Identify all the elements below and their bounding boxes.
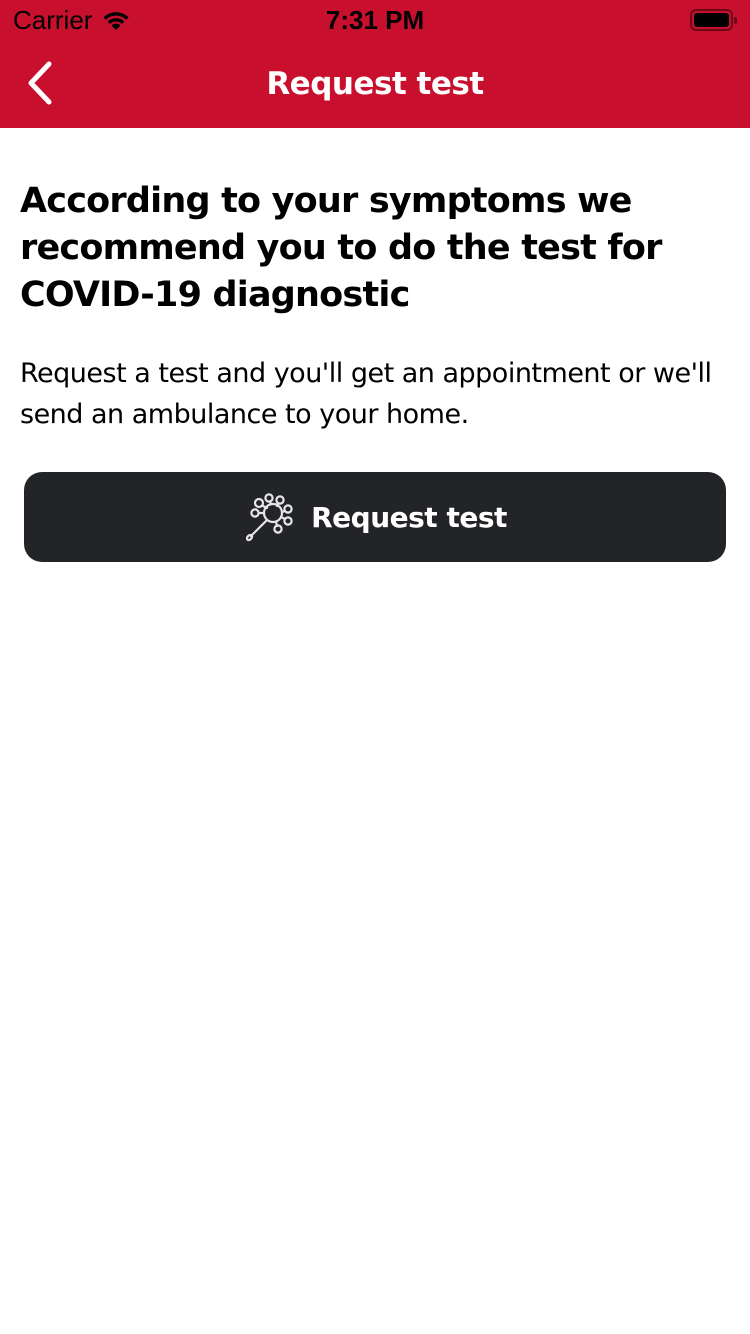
recommendation-headline: According to your symptoms we recommend … <box>20 181 662 315</box>
page-title: Request test <box>266 66 484 102</box>
request-test-button-label: Request test <box>311 500 507 534</box>
request-test-screen: Carrier 7:31 PM Request test According t… <box>0 0 750 1334</box>
main-content: According to your symptoms we recommend … <box>20 178 732 435</box>
navigation-bar: Request test <box>0 40 750 128</box>
battery-icon <box>690 8 738 32</box>
app-header: Carrier 7:31 PM Request test <box>0 0 750 128</box>
chevron-left-icon <box>28 61 52 105</box>
recommendation-description: Request a test and you'll get an appoint… <box>20 358 712 430</box>
status-time: 7:31 PM <box>325 5 425 35</box>
request-test-button[interactable]: Request test <box>24 472 726 562</box>
virus-swab-icon <box>243 491 295 543</box>
status-bar: Carrier 7:31 PM <box>0 0 750 40</box>
back-button[interactable] <box>14 52 74 116</box>
